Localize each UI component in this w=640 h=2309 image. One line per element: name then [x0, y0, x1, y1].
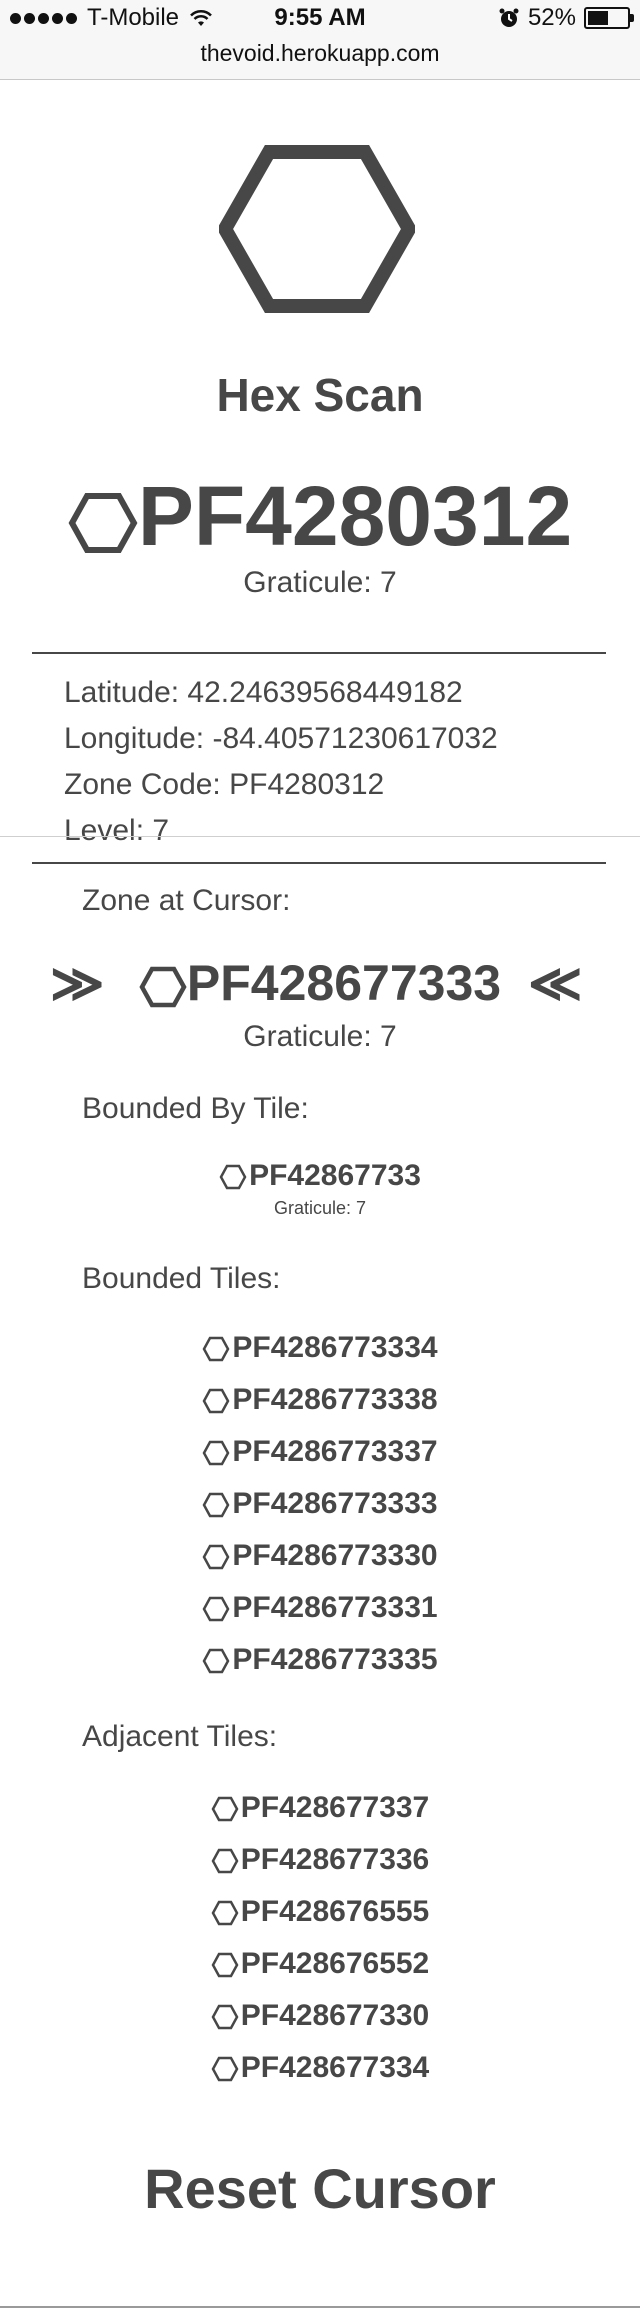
tile-link[interactable]: PF4286773331 [0, 1582, 640, 1634]
reset-cursor-button[interactable]: Reset Cursor [0, 2156, 640, 2221]
status-bar: T-Mobile 9:55 AM 52% [0, 0, 640, 34]
hexagon-icon [202, 1648, 230, 1674]
tile-code: PF428677334 [240, 2051, 430, 2084]
tile-link[interactable]: PF42867733 [0, 1154, 640, 1198]
tile-code: PF4286773335 [232, 1643, 438, 1676]
bounded-tiles-label: Bounded Tiles: [82, 1262, 281, 1295]
zone-code-text: PF4280312 [137, 469, 573, 563]
tile-code: PF4286773330 [232, 1539, 438, 1572]
bounded-by-tile-label: Bounded By Tile: [82, 1092, 309, 1125]
tile-code: PF4286773333 [232, 1487, 438, 1520]
tile-link[interactable]: PF428676555 [0, 1886, 640, 1938]
hexagon-icon [202, 1596, 230, 1622]
hexagon-icon [211, 1796, 239, 1822]
tile-link[interactable]: PF428677336 [0, 1834, 640, 1886]
hexagon-icon [202, 1440, 230, 1466]
tile-code: PF42867733 [249, 1159, 421, 1192]
divider [32, 862, 606, 864]
hexagon-icon [202, 1492, 230, 1518]
page-title: Hex Scan [216, 369, 424, 421]
tile-code: PF428676555 [240, 1895, 430, 1928]
tile-code: PF428677337 [240, 1791, 430, 1824]
tile-link[interactable]: PF4286773333 [0, 1478, 640, 1530]
adjacent-tiles-list: PF428677337 PF428677336 PF428676555 PF42… [0, 1782, 640, 2094]
url-text: thevoid.herokuapp.com [200, 40, 440, 66]
battery-icon [584, 7, 634, 29]
latitude-text: Latitude: 42.24639568449182 [64, 676, 463, 709]
tile-link[interactable]: PF428677330 [0, 1990, 640, 2042]
tile-code: PF4286773331 [232, 1591, 438, 1624]
tile-link[interactable]: PF428677334 [0, 2042, 640, 2094]
tile-link[interactable]: PF4286773338 [0, 1374, 640, 1426]
hexagon-icon [211, 1848, 239, 1874]
cursor-graticule-label: Graticule: 7 [243, 1020, 397, 1053]
hexagon-icon [219, 1164, 247, 1190]
tile-code: PF4286773337 [232, 1435, 438, 1468]
tile-code: PF428677336 [240, 1843, 430, 1876]
tile-code: PF428677330 [240, 1999, 430, 2032]
bottom-edge [0, 2306, 640, 2308]
tile-link[interactable]: PF4286773330 [0, 1530, 640, 1582]
tile-code: PF4286773334 [232, 1331, 438, 1364]
level-text: Level: 7 [64, 814, 170, 847]
hexagon-logo-icon [219, 145, 415, 313]
bounded-by-tile[interactable]: PF42867733 Graticule: 7 [0, 1154, 640, 1219]
hexagon-icon [211, 1900, 239, 1926]
zone-code-detail: Zone Code: PF4280312 [64, 768, 385, 801]
tile-link[interactable]: PF4286773337 [0, 1426, 640, 1478]
tile-link[interactable]: PF4286773335 [0, 1634, 640, 1686]
graticule-label: Graticule: 7 [243, 566, 397, 599]
hexagon-icon [202, 1544, 230, 1570]
tile-link[interactable]: PF4286773334 [0, 1322, 640, 1374]
zone-at-cursor-label: Zone at Cursor: [82, 884, 291, 917]
adjacent-tiles-label: Adjacent Tiles: [82, 1720, 278, 1753]
url-bar[interactable]: thevoid.herokuapp.com [0, 34, 640, 80]
status-bar-right: 52% [498, 4, 634, 32]
tile-graticule-label: Graticule: 7 [273, 1198, 367, 1218]
section-separator [0, 836, 640, 837]
alarm-clock-icon [499, 8, 519, 27]
hexagon-icon [211, 2004, 239, 2030]
hexagon-icon [68, 492, 138, 553]
tile-link[interactable]: PF428677337 [0, 1782, 640, 1834]
battery-percent: 52% [527, 4, 576, 31]
location-details: Latitude: 42.24639568449182 Longitude: -… [64, 670, 498, 854]
hexagon-icon [211, 2056, 239, 2082]
tile-code: PF428676552 [240, 1947, 430, 1980]
hexagon-icon [139, 966, 187, 1008]
hexagon-icon [211, 1952, 239, 1978]
divider [32, 652, 606, 654]
zone-code-heading: PF4280312 [0, 468, 640, 564]
longitude-text: Longitude: -84.40571230617032 [64, 722, 498, 755]
tile-code: PF4286773338 [232, 1383, 438, 1416]
tile-link[interactable]: PF428676552 [0, 1938, 640, 1990]
cursor-zone-code-text: PF428677333 [186, 955, 502, 1011]
cursor-zone-row: ≫ PF428677333 ≪ [0, 950, 640, 1020]
bounded-tiles-list: PF4286773334 PF4286773338 PF4286773337 P… [0, 1322, 640, 1686]
hexagon-icon [202, 1336, 230, 1362]
chevron-left-double-icon[interactable]: ≪ [528, 954, 582, 1014]
hexagon-icon [202, 1388, 230, 1414]
